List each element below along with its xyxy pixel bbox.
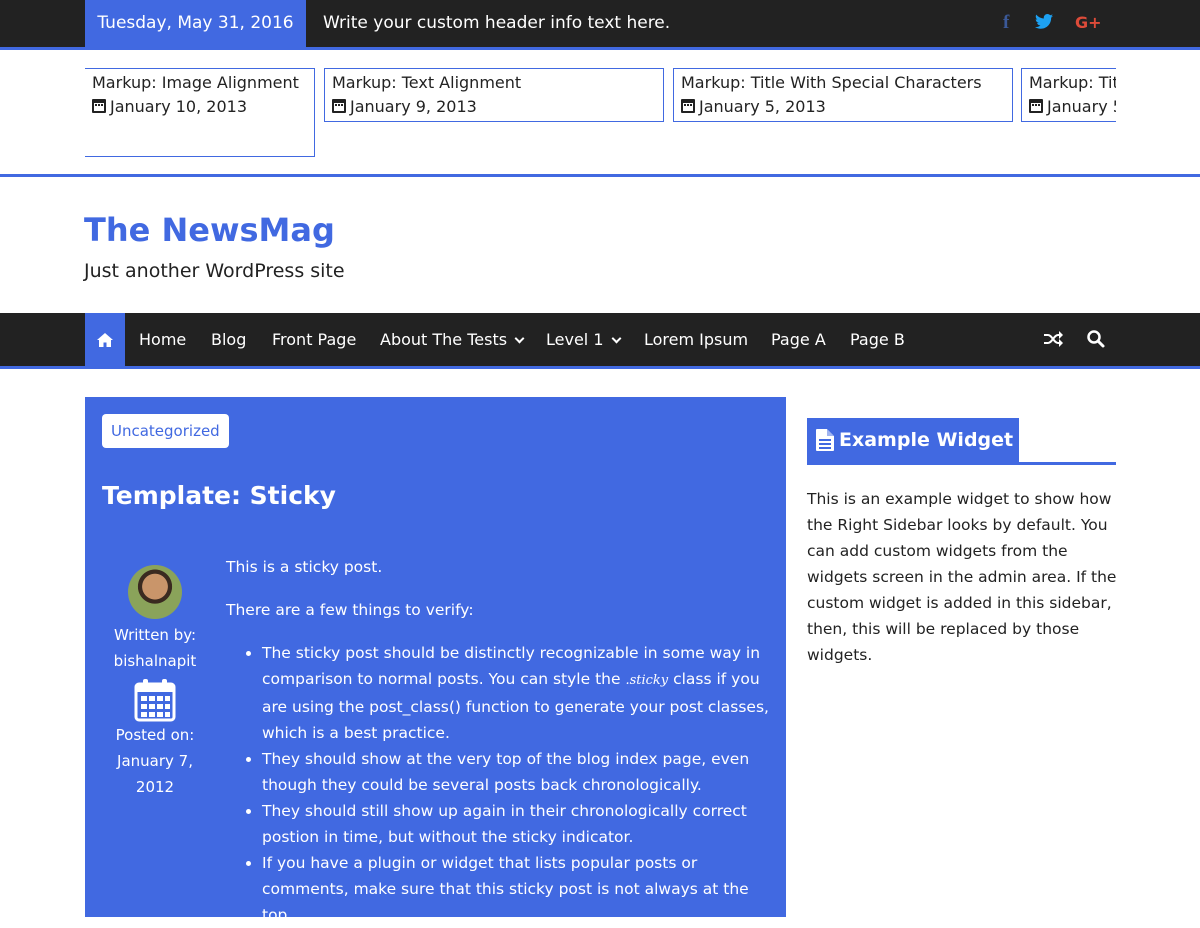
ticker-item-date: January 9, 2013 [350, 97, 477, 116]
nav-item-page-b[interactable]: Page B [850, 313, 905, 366]
calendar-icon [681, 99, 695, 113]
widget-title-text: Example Widget [839, 429, 1014, 451]
nav-item-label: Level 1 [546, 330, 604, 349]
nav-item-label: About The Tests [380, 330, 508, 349]
ticker-item[interactable]: Markup: Title With Special Characters Ja… [673, 68, 1013, 122]
code-snippet: .sticky [625, 673, 669, 688]
nav-item-lorem-ipsum[interactable]: Lorem Ipsum [644, 313, 748, 366]
calendar-icon [92, 99, 106, 113]
ticker-item-title[interactable]: Markup: Title With Special Characters [681, 72, 1012, 94]
nav-item-blog[interactable]: Blog [211, 313, 246, 366]
twitter-icon[interactable] [1035, 13, 1053, 35]
nav-item-front-page[interactable]: Front Page [272, 313, 356, 366]
calendar-icon [134, 679, 176, 722]
author-name[interactable]: bishalnapit [95, 648, 215, 674]
home-icon[interactable] [85, 313, 125, 366]
author-label: Written by: [113, 626, 197, 644]
facebook-icon[interactable]: f [1003, 12, 1009, 34]
widget-divider [807, 462, 1116, 465]
nav-item-level-1[interactable]: Level 1 [546, 313, 621, 366]
nav-item-home[interactable]: Home [139, 313, 186, 366]
topbar-divider [0, 47, 1200, 50]
ticker-item[interactable]: Markup: Title With Markup January 5, 201… [1021, 68, 1116, 122]
calendar-icon [332, 99, 346, 113]
category-badge[interactable]: Uncategorized [102, 414, 229, 448]
ticker-item-title[interactable]: Markup: Text Alignment [332, 72, 663, 94]
chevron-down-icon [611, 333, 621, 344]
calendar-icon [1029, 99, 1043, 113]
post-content: This is a sticky post. There are a few t… [226, 554, 774, 928]
news-ticker: Markup: Image Alignment January 10, 2013… [85, 68, 1116, 158]
sticky-post: Uncategorized Template: Sticky Written b… [85, 397, 786, 924]
ticker-item-title[interactable]: Markup: Image Alignment [92, 72, 314, 94]
chevron-down-icon [514, 333, 525, 344]
ticker-item-date: January 10, 2013 [110, 97, 247, 116]
list-item: If you have a plugin or widget that list… [262, 850, 774, 928]
ticker-item[interactable]: Markup: Image Alignment January 10, 2013 [85, 68, 315, 157]
avatar [128, 565, 182, 619]
shuffle-icon[interactable] [1043, 329, 1065, 351]
widget-title: Example Widget [807, 418, 1019, 462]
ticker-item[interactable]: Markup: Text Alignment January 9, 2013 [324, 68, 664, 122]
google-plus-icon[interactable]: G+ [1075, 12, 1102, 34]
ticker-item-date: January 5, 2013 [699, 97, 826, 116]
header-info-text: Write your custom header info text here. [323, 13, 671, 33]
ticker-item-title[interactable]: Markup: Title With Markup [1029, 72, 1116, 94]
posted-date: January 7, 2012 [117, 752, 193, 796]
ticker-divider [0, 174, 1200, 177]
bullet-list: The sticky post should be distinctly rec… [262, 640, 774, 928]
top-bar: Tuesday, May 31, 2016 Write your custom … [0, 0, 1200, 47]
search-icon[interactable] [1086, 329, 1108, 351]
ticker-item-date: January 5, 2013 [1047, 97, 1116, 116]
list-item: They should still show up again in their… [262, 798, 774, 850]
post-title[interactable]: Template: Sticky [102, 479, 336, 513]
nav-item-about-the-tests[interactable]: About The Tests [380, 313, 525, 366]
list-item: The sticky post should be distinctly rec… [262, 640, 774, 746]
list-item: They should show at the very top of the … [262, 746, 774, 798]
main-navigation: Home Blog Front Page About The Tests Lev… [0, 313, 1200, 366]
paragraph: This is a sticky post. [226, 558, 383, 576]
posted-label: Posted on: [115, 726, 195, 744]
current-date: Tuesday, May 31, 2016 [85, 0, 306, 47]
nav-item-page-a[interactable]: Page A [771, 313, 826, 366]
paragraph: There are a few things to verify: [226, 601, 474, 619]
widget-text: This is an example widget to show how th… [807, 490, 1117, 664]
site-title[interactable]: The NewsMag [84, 208, 335, 252]
post-meta: Written by: bishalnapit Posted on: Janua… [95, 565, 215, 800]
site-description: Just another WordPress site [84, 260, 345, 282]
nav-divider [0, 366, 1200, 369]
document-icon [816, 429, 834, 451]
